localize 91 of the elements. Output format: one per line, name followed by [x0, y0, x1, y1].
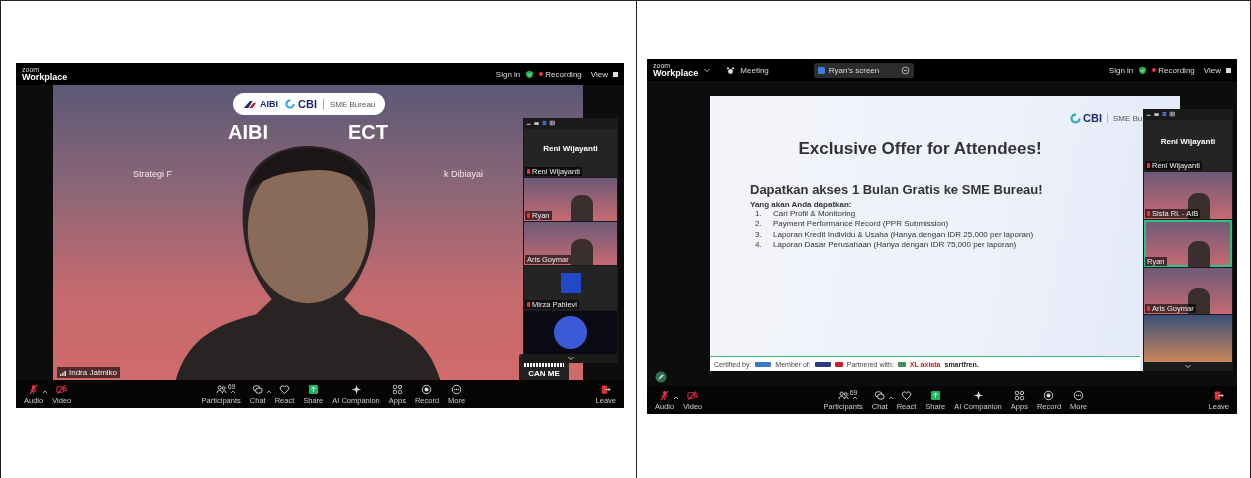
list-number: 4.	[755, 240, 763, 251]
caret-icon[interactable]	[673, 394, 680, 401]
shield-icon	[525, 69, 535, 79]
view-options-icon[interactable]	[1146, 111, 1176, 117]
photo-placeholder	[1188, 240, 1210, 267]
camera-icon[interactable]	[56, 383, 68, 395]
caret-icon[interactable]	[888, 394, 895, 401]
caret-icon[interactable]	[851, 394, 858, 401]
slide-title: ECT	[348, 121, 388, 143]
slide-title: AIBI	[228, 121, 268, 143]
swoosh-logo-icon	[243, 99, 257, 109]
recording-dot-icon	[1152, 68, 1157, 72]
photo-placeholder	[570, 239, 593, 266]
apps-grid-icon[interactable]	[1013, 389, 1025, 401]
photo-placeholder	[560, 273, 581, 293]
list-number: 2.	[755, 219, 763, 230]
slide-heading: Dapatkan akses 1 Bulan Gratis ke SME Bureau!	[750, 182, 1043, 197]
record-icon[interactable]	[1043, 389, 1055, 401]
sticker-caption: CAN ME	[528, 369, 560, 378]
caret-icon[interactable]	[229, 388, 236, 395]
photo-placeholder[interactable]	[524, 310, 617, 354]
view-button[interactable]: View	[1203, 65, 1221, 75]
ring-logo-icon	[1070, 112, 1081, 124]
logo-text: AIBI	[260, 99, 278, 109]
chat-bubbles-icon[interactable]	[252, 383, 264, 395]
apps-grid-icon[interactable]	[391, 383, 403, 395]
chat-bubbles-icon[interactable]	[874, 389, 886, 401]
slide-title: Exclusive Offer for Attendees!	[798, 139, 1042, 159]
sparkle-icon[interactable]	[972, 389, 984, 401]
list-number: 1.	[755, 209, 763, 220]
leave-icon[interactable]	[600, 383, 612, 395]
list-item-text: Laporan Dasar Perusahaan (Hanya dengan IDR 75,000 per laporan)	[773, 240, 1017, 251]
caret-icon[interactable]	[266, 388, 273, 395]
photo-placeholder[interactable]	[1144, 315, 1232, 362]
partner-logo-icon	[897, 361, 906, 367]
sparkle-icon[interactable]	[350, 383, 362, 395]
signal-icon	[60, 369, 66, 376]
tab-label: Ryan's screen	[828, 65, 880, 75]
partner-logo-icon	[834, 361, 843, 367]
view-icon	[1226, 67, 1231, 73]
view-icon	[613, 71, 618, 77]
participant-name: Reni Wijayanti	[543, 144, 598, 154]
logo-text: CBI	[298, 98, 317, 110]
pencil-icon[interactable]	[655, 371, 667, 383]
microphone-icon[interactable]	[659, 389, 671, 401]
camera-icon[interactable]	[687, 389, 699, 401]
list-item-text: Laporan Kredit Individu & Usaha (Hanya dengan IDR 25,000 per laporan)	[773, 229, 1034, 241]
slide-subtitle: Strategi F	[133, 169, 172, 179]
people-icon[interactable]	[215, 383, 227, 395]
heart-icon[interactable]	[278, 383, 290, 395]
leave-icon[interactable]	[1213, 389, 1225, 401]
share-screen-icon[interactable]	[307, 383, 319, 395]
people-icon[interactable]	[837, 389, 849, 401]
participant-name: Indra Jatmiko	[69, 368, 118, 377]
sign-in-link[interactable]: Sign in	[495, 69, 521, 79]
logo-text: SME Bureau	[329, 99, 376, 109]
caret-icon[interactable]	[42, 388, 49, 395]
recording-indicator: Recording	[1158, 65, 1195, 75]
screen-icon	[817, 66, 825, 74]
participant-name: Reni Wijayanti	[1160, 137, 1216, 147]
partner-logo-icon	[814, 361, 831, 367]
recording-dot-icon	[539, 72, 544, 76]
partner-logo-icon	[755, 361, 772, 367]
chevron-down-icon[interactable]	[703, 66, 712, 74]
photo-placeholder	[570, 195, 593, 221]
meeting-menu[interactable]: Meeting	[740, 65, 769, 75]
logo-text: SME Bu	[1112, 113, 1143, 123]
view-options-icon[interactable]	[526, 120, 556, 126]
paw-icon	[726, 65, 736, 75]
photo-placeholder	[1188, 193, 1210, 219]
ring-logo-icon	[285, 99, 295, 109]
slide-text: Yang akan Anda dapatkan:	[750, 200, 853, 209]
view-button[interactable]: View	[590, 69, 608, 79]
list-item-text: Payment Performance Record (PPR Submission)	[773, 219, 949, 230]
sign-in-link[interactable]: Sign in	[1108, 65, 1134, 75]
slide-subtitle: k Dibiayai	[444, 169, 483, 179]
more-icon[interactable]	[1073, 389, 1085, 401]
microphone-icon[interactable]	[28, 383, 40, 395]
share-screen-icon[interactable]	[929, 389, 941, 401]
heart-icon[interactable]	[900, 389, 912, 401]
list-item-text: Cari Profil & Monitoring	[773, 209, 856, 220]
minus-circle-icon[interactable]	[900, 65, 910, 75]
shield-icon	[1138, 65, 1148, 75]
more-icon[interactable]	[451, 383, 463, 395]
record-icon[interactable]	[421, 383, 433, 395]
recording-indicator: Recording	[545, 69, 582, 79]
logo-text: CBI	[1083, 112, 1102, 124]
chevron-down-icon[interactable]	[1184, 364, 1192, 369]
chevron-down-icon[interactable]	[566, 356, 575, 361]
list-number: 3.	[755, 229, 763, 241]
screen-share-tab[interactable]: Ryan's screen	[813, 62, 914, 78]
